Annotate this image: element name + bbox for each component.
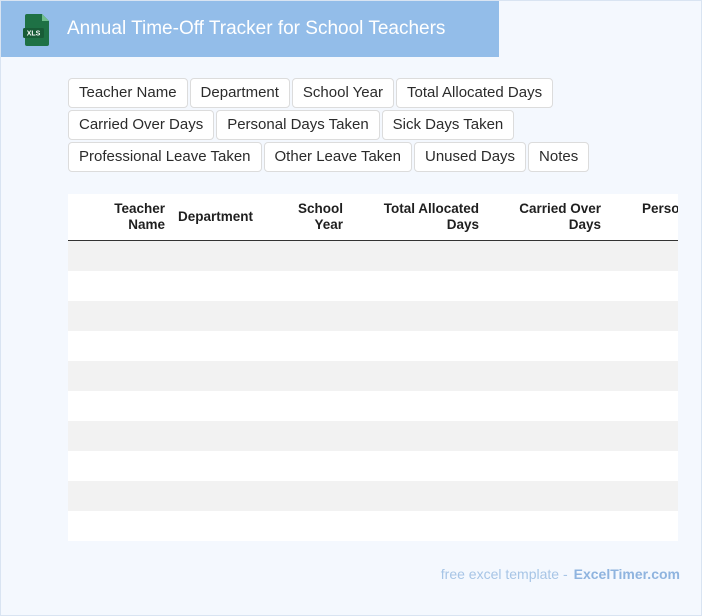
footer-prefix: free excel template - <box>440 566 568 582</box>
xls-file-icon: XLS <box>23 14 49 46</box>
field-chip-personal-days-taken[interactable]: Personal Days Taken <box>216 110 380 140</box>
field-chip-total-allocated-days[interactable]: Total Allocated Days <box>396 78 554 108</box>
column-header-school-year[interactable]: School Year <box>298 201 343 233</box>
field-chip-school-year[interactable]: School Year <box>291 78 394 108</box>
field-chip-notes[interactable]: Notes <box>528 142 590 172</box>
svg-text:XLS: XLS <box>27 31 41 38</box>
column-header-personal-days-taken[interactable]: Perso <box>642 201 678 217</box>
column-header-teacher-name[interactable]: Teacher Name <box>114 201 165 233</box>
field-chip-sick-days-taken[interactable]: Sick Days Taken <box>381 110 515 140</box>
table-row[interactable] <box>68 421 678 451</box>
header-banner: XLS Annual Time-Off Tracker for School T… <box>1 1 499 57</box>
field-chip-professional-leave-taken[interactable]: Professional Leave Taken <box>68 142 262 172</box>
field-chip-department[interactable]: Department <box>189 78 290 108</box>
field-chip-other-leave-taken[interactable]: Other Leave Taken <box>263 142 412 172</box>
field-chip-list: Teacher Name Department School Year Tota… <box>68 78 700 172</box>
table-row[interactable] <box>68 241 678 271</box>
tracker-table: Teacher Name Department School Year Tota… <box>68 194 678 541</box>
table-row[interactable] <box>68 511 678 541</box>
column-header-total-allocated-days[interactable]: Total Allocated Days <box>384 201 479 233</box>
field-chip-teacher-name[interactable]: Teacher Name <box>68 78 188 108</box>
column-header-carried-over-days[interactable]: Carried Over Days <box>519 201 601 233</box>
table-row[interactable] <box>68 271 678 301</box>
table-row[interactable] <box>68 331 678 361</box>
table-row[interactable] <box>68 301 678 331</box>
table-row[interactable] <box>68 451 678 481</box>
table-row[interactable] <box>68 361 678 391</box>
footer-credit: free excel template - ExcelTimer.com <box>441 566 680 582</box>
field-chip-unused-days[interactable]: Unused Days <box>414 142 527 172</box>
footer-brand-link[interactable]: ExcelTimer.com <box>574 566 680 582</box>
table-row[interactable] <box>68 391 678 421</box>
field-chip-carried-over-days[interactable]: Carried Over Days <box>68 110 215 140</box>
table-row[interactable] <box>68 481 678 511</box>
page-title: Annual Time-Off Tracker for School Teach… <box>67 18 446 39</box>
column-header-department[interactable]: Department <box>178 209 253 225</box>
table-header: Teacher Name Department School Year Tota… <box>68 194 678 241</box>
